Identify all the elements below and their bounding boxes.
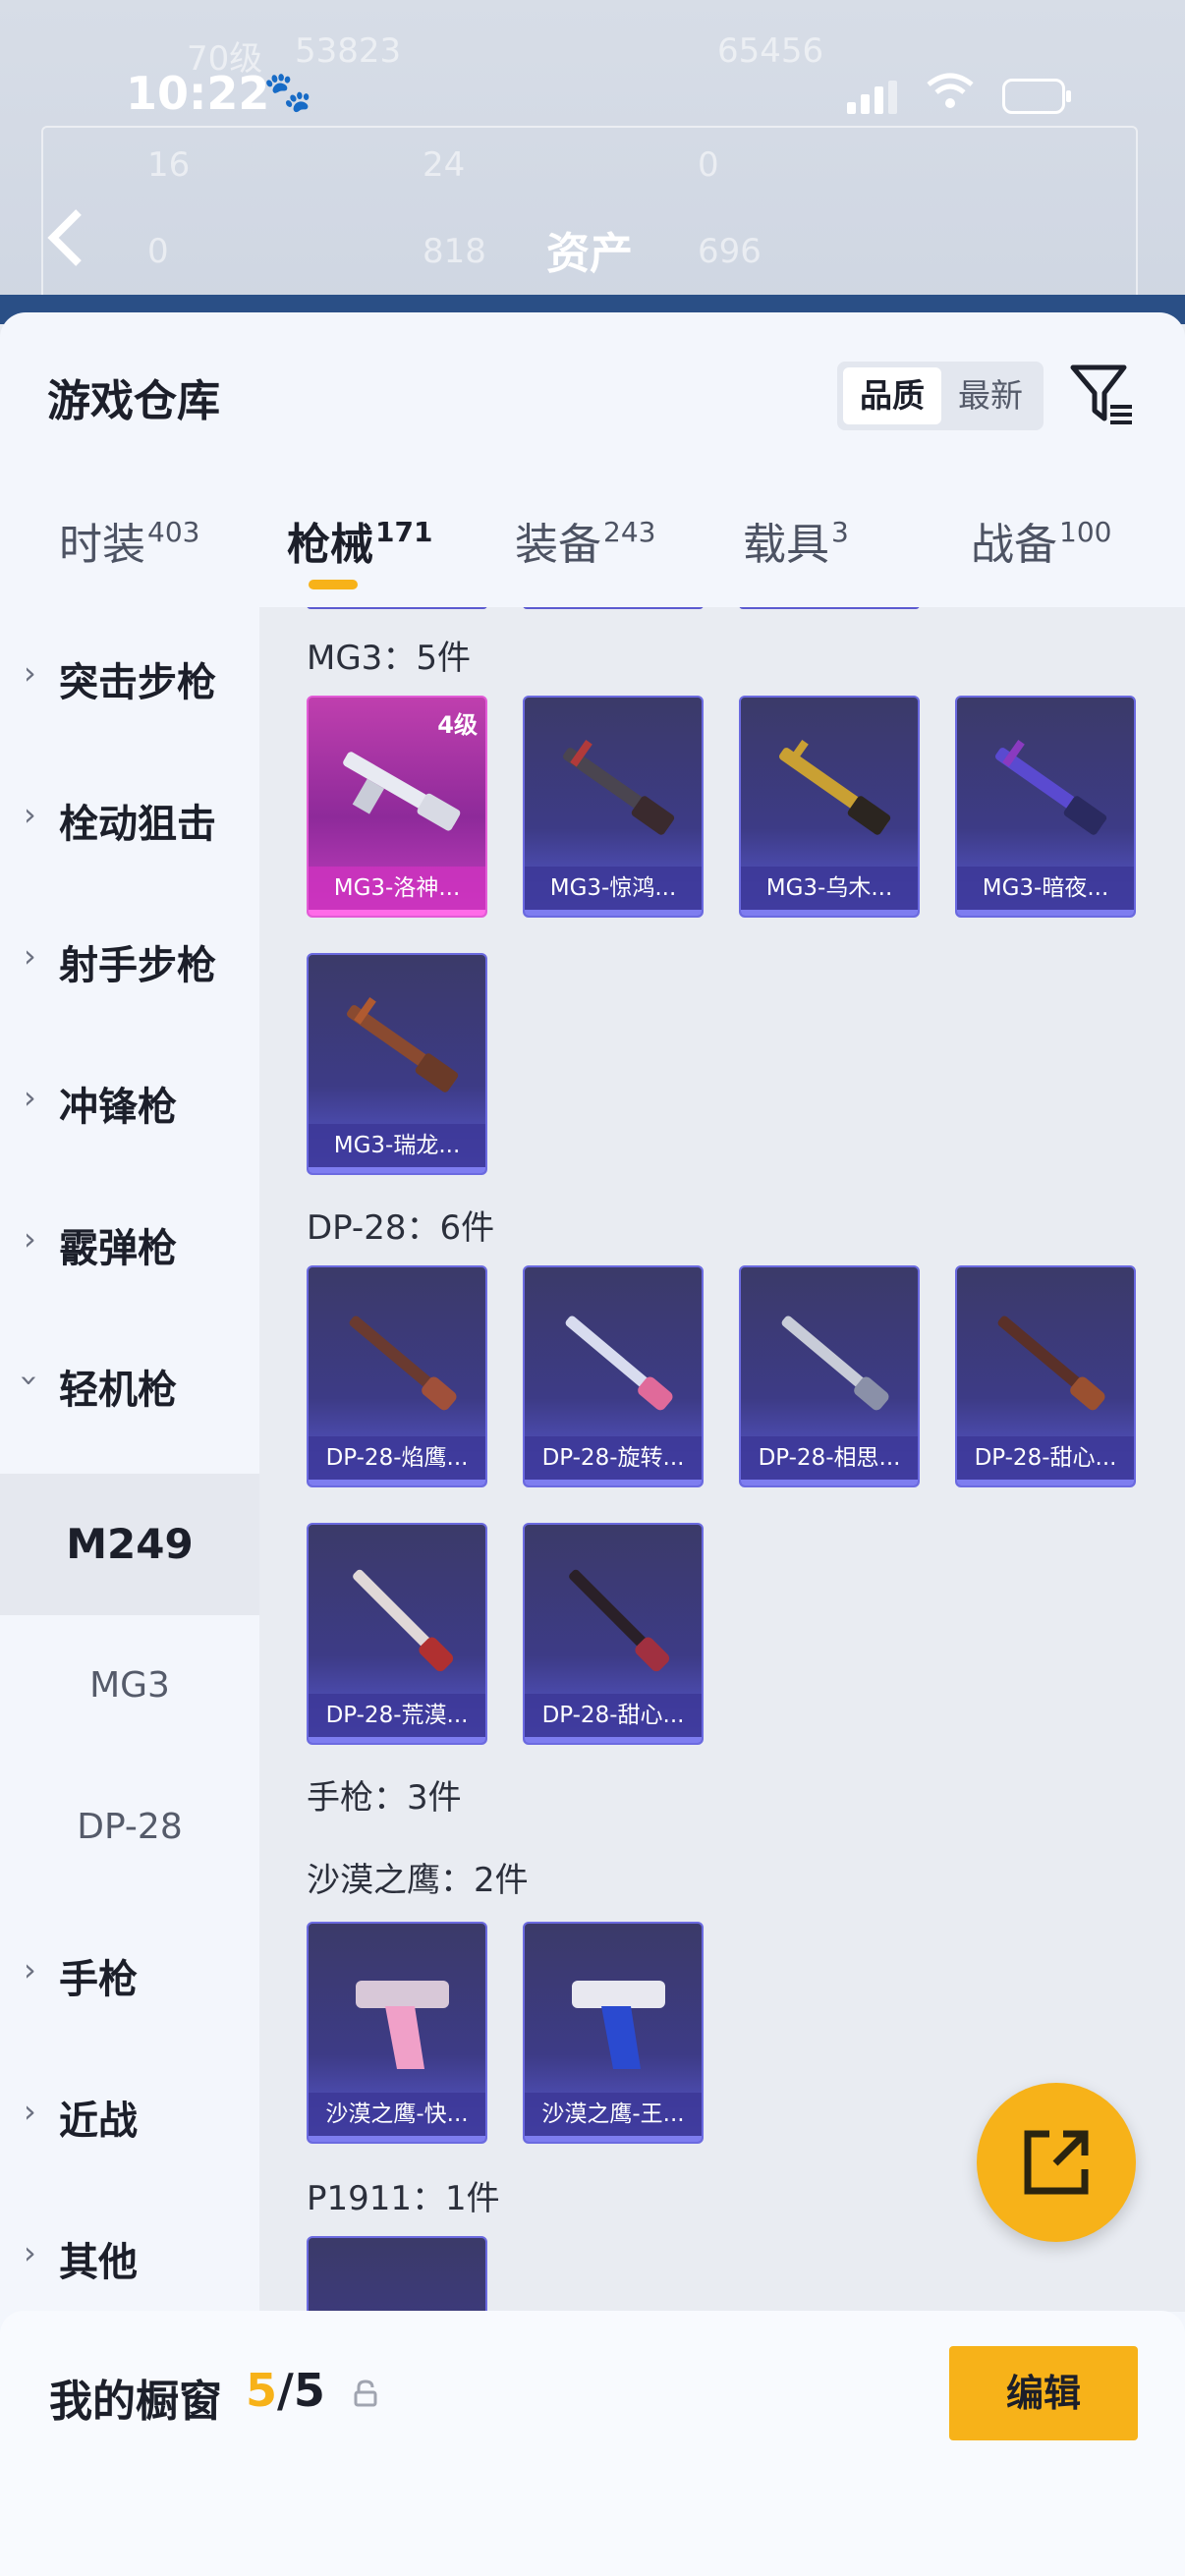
signal-icon bbox=[847, 81, 902, 114]
lmg-icon bbox=[349, 1316, 457, 1411]
bg-stat: 16 bbox=[147, 145, 191, 185]
lmg-icon bbox=[347, 996, 459, 1092]
bg-stat: 0 bbox=[698, 145, 719, 185]
bg-stat: 818 bbox=[423, 232, 486, 271]
sheet-title: 游戏仓库 bbox=[47, 376, 220, 426]
item-card[interactable]: DP-28-旋转... bbox=[523, 1265, 704, 1487]
share-icon bbox=[1024, 2130, 1089, 2195]
item-card[interactable] bbox=[307, 2236, 487, 2312]
lmg-icon bbox=[563, 739, 675, 835]
item-card[interactable]: MG3-暗夜... bbox=[955, 696, 1136, 918]
sort-toggle: 品质 最新 bbox=[837, 362, 1044, 430]
sidebar-item-melee[interactable]: › 近战 bbox=[0, 2075, 259, 2154]
section-title: 手枪：3件 bbox=[307, 1778, 462, 1818]
section-title: 沙漠之鹰：2件 bbox=[307, 1861, 529, 1900]
item-card[interactable]: DP-28-甜心... bbox=[523, 1523, 704, 1745]
tab-vehicles[interactable]: 载具3 bbox=[743, 509, 849, 572]
section-title: P1911：1件 bbox=[307, 2179, 500, 2218]
tab-active-indicator bbox=[309, 580, 358, 589]
item-card[interactable]: MG3-瑞龙... bbox=[307, 953, 487, 1175]
item-card[interactable]: 沙漠之鹰-快... bbox=[307, 1922, 487, 2144]
section-title: MG3：5件 bbox=[307, 639, 471, 678]
lmg-icon bbox=[343, 752, 461, 831]
sidebar-item-other[interactable]: › 其他 bbox=[0, 2216, 259, 2295]
pistol-icon bbox=[356, 1981, 449, 2069]
lock-icon bbox=[352, 2380, 379, 2407]
sidebar-item-lmg[interactable]: › 轻机枪 bbox=[0, 1344, 259, 1423]
showcase-label: 我的橱窗 bbox=[49, 2377, 222, 2427]
card-partial bbox=[739, 607, 920, 609]
chevron-down-icon: › bbox=[11, 1373, 49, 1387]
sidebar-item-smg[interactable]: › 冲锋枪 bbox=[0, 1061, 259, 1140]
item-card[interactable]: MG3-乌木... bbox=[739, 696, 920, 918]
filter-icon[interactable] bbox=[1069, 362, 1136, 430]
chevron-right-icon: › bbox=[24, 1951, 36, 1988]
battery-icon bbox=[1002, 79, 1071, 114]
lmg-icon bbox=[353, 1569, 454, 1672]
sidebar-item-marksman-rifle[interactable]: › 射手步枪 bbox=[0, 920, 259, 998]
sidebar-subitem-m249[interactable]: M249 bbox=[0, 1474, 259, 1615]
pistol-icon bbox=[572, 1981, 665, 2069]
tab-battle-gear[interactable]: 战备100 bbox=[971, 509, 1111, 572]
bg-stat: 24 bbox=[423, 145, 466, 185]
lmg-icon bbox=[565, 1316, 673, 1411]
section-title: DP-28：6件 bbox=[307, 1208, 495, 1248]
sidebar-item-pistol[interactable]: › 手枪 bbox=[0, 1933, 259, 2012]
sidebar-item-assault-rifle[interactable]: › 突击步枪 bbox=[0, 637, 259, 715]
chevron-right-icon: › bbox=[24, 2234, 36, 2271]
sidebar-subitem-dp28[interactable]: DP-28 bbox=[0, 1757, 259, 1898]
sidebar-item-shotgun[interactable]: › 霰弹枪 bbox=[0, 1203, 259, 1281]
tab-guns[interactable]: 枪械171 bbox=[287, 509, 432, 572]
tab-equipment[interactable]: 装备243 bbox=[515, 509, 655, 572]
showcase-bar: 我的橱窗 5/5 编辑 bbox=[0, 2311, 1185, 2576]
sidebar-subitem-mg3[interactable]: MG3 bbox=[0, 1615, 259, 1757]
bg-score: 65456 bbox=[717, 31, 824, 71]
back-icon[interactable] bbox=[43, 206, 86, 285]
sort-latest-button[interactable]: 最新 bbox=[941, 367, 1040, 424]
wifi-icon bbox=[926, 71, 975, 120]
card-partial bbox=[307, 607, 487, 609]
bg-popularity: 53823 bbox=[295, 31, 402, 71]
background-page: 70级 53823 65456 10:22 🐾 16 24 0 0 818 69… bbox=[0, 0, 1185, 324]
item-grid: MG3：5件 4级 MG3-洛神... MG3-惊鸿... MG3-乌木... … bbox=[259, 607, 1185, 2312]
edit-button[interactable]: 编辑 bbox=[949, 2346, 1138, 2440]
sort-quality-button[interactable]: 品质 bbox=[843, 367, 941, 424]
chevron-right-icon: › bbox=[24, 937, 36, 975]
chevron-right-icon: › bbox=[24, 796, 36, 833]
item-card[interactable]: 沙漠之鹰-王... bbox=[523, 1922, 704, 2144]
category-sidebar: › 突击步枪 › 栓动狙击 › 射手步枪 › 冲锋枪 › 霰弹枪 › 轻机枪 M… bbox=[0, 607, 259, 2474]
lmg-icon bbox=[569, 1569, 670, 1672]
item-card[interactable]: DP-28-荒漠... bbox=[307, 1523, 487, 1745]
item-card[interactable]: DP-28-甜心... bbox=[955, 1265, 1136, 1487]
card-partial bbox=[523, 607, 704, 609]
item-card[interactable]: DP-28-焰鹰... bbox=[307, 1265, 487, 1487]
bg-stat: 0 bbox=[147, 232, 169, 271]
bg-stat: 696 bbox=[698, 232, 762, 271]
tab-fashion[interactable]: 时装403 bbox=[59, 509, 199, 572]
status-time: 10:22 bbox=[126, 67, 270, 120]
lmg-icon bbox=[779, 739, 891, 835]
chevron-right-icon: › bbox=[24, 2093, 36, 2130]
lmg-icon bbox=[995, 739, 1107, 835]
share-button[interactable] bbox=[977, 2083, 1136, 2242]
item-card[interactable]: 4级 MG3-洛神... bbox=[307, 696, 487, 918]
chevron-right-icon: › bbox=[24, 1079, 36, 1116]
showcase-count: 5/5 bbox=[246, 2364, 325, 2417]
chevron-right-icon: › bbox=[24, 654, 36, 692]
lmg-icon bbox=[997, 1316, 1105, 1411]
chevron-right-icon: › bbox=[24, 1220, 36, 1258]
item-card[interactable]: DP-28-相思... bbox=[739, 1265, 920, 1487]
sidebar-item-bolt-sniper[interactable]: › 栓动狙击 bbox=[0, 778, 259, 857]
item-card[interactable]: MG3-惊鸿... bbox=[523, 696, 704, 918]
lmg-icon bbox=[781, 1316, 889, 1411]
paw-icon: 🐾 bbox=[263, 70, 312, 115]
bg-page-title: 资产 bbox=[546, 229, 633, 279]
